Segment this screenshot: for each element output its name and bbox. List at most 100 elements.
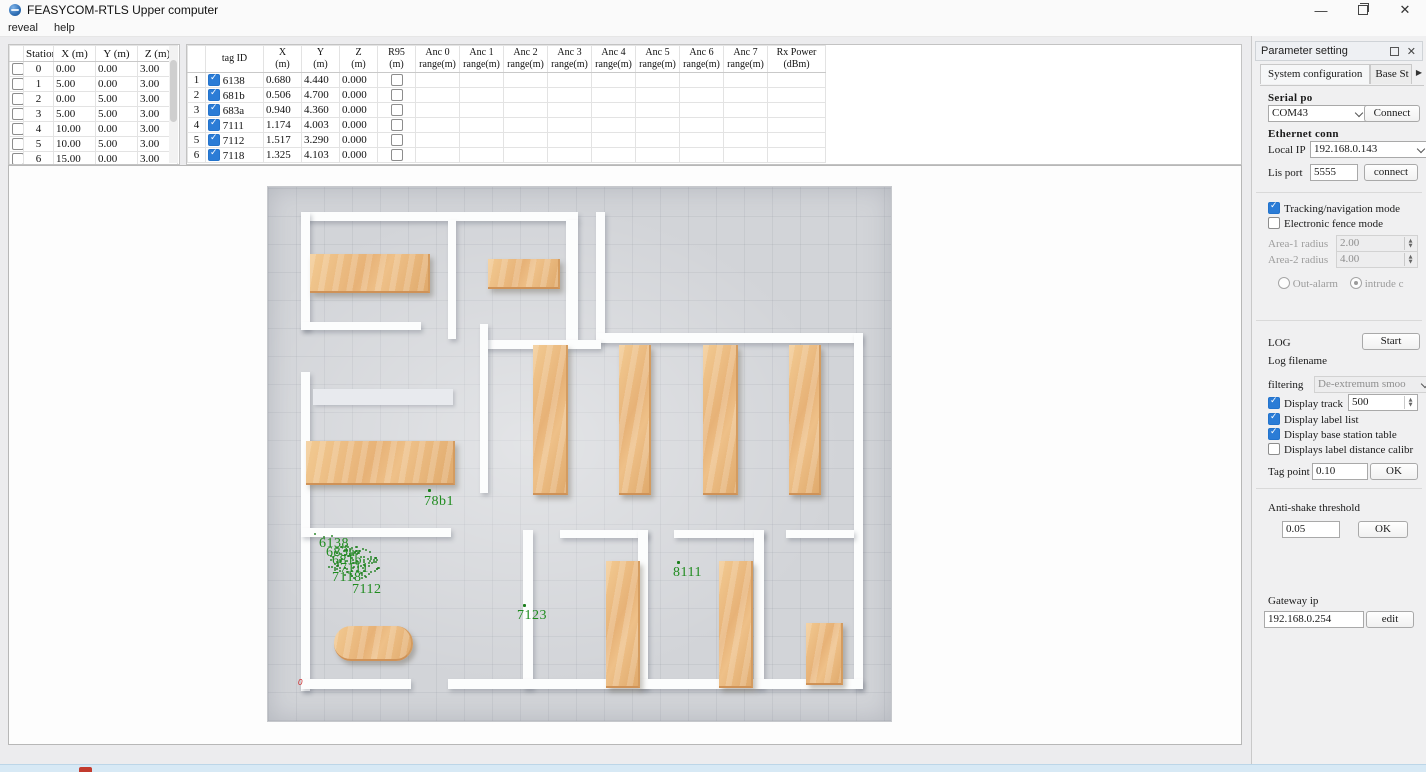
- display-track-row[interactable]: Display track: [1268, 396, 1343, 410]
- r95-checkbox[interactable]: [390, 103, 403, 116]
- r95-checkbox[interactable]: [390, 73, 403, 86]
- station-x: 5.00: [53, 106, 96, 122]
- tag-row-checkbox[interactable]: [208, 88, 220, 101]
- cluster-dot: [374, 556, 376, 559]
- serial-port-select[interactable]: COM43: [1268, 105, 1367, 122]
- tag-row-checkbox[interactable]: [208, 148, 220, 161]
- tag-rx-power: [767, 147, 826, 163]
- furniture-shelf: [619, 345, 651, 495]
- tag-point-ok-button[interactable]: OK: [1370, 463, 1418, 480]
- floorplan-map[interactable]: 78b1 7123 8111 6138 683a 681b 7111 7118 7112 0: [267, 186, 892, 722]
- tag-anc-range: [415, 147, 460, 163]
- furniture-oval-table: [334, 626, 413, 661]
- cluster-dot: [366, 558, 369, 560]
- tag-point-input[interactable]: 0.10: [1312, 463, 1368, 480]
- tag-anc-range: [503, 132, 548, 148]
- r95-checkbox[interactable]: [390, 118, 403, 131]
- anti-shake-label: Anti-shake threshold: [1268, 502, 1360, 514]
- connect-ethernet-button[interactable]: connect: [1364, 164, 1418, 181]
- tag-label: 8111: [673, 565, 702, 580]
- station-row[interactable]: 6 15.00 0.00 3.00: [9, 151, 178, 164]
- lis-port-label: Lis port: [1268, 167, 1303, 179]
- fence-mode-checkbox[interactable]: [1268, 217, 1280, 229]
- close-icon[interactable]: ✕: [1384, 0, 1426, 20]
- anti-shake-input[interactable]: 0.05: [1282, 521, 1340, 538]
- tag-y: 4.103: [301, 147, 340, 163]
- station-table-scrollbar[interactable]: [169, 46, 178, 163]
- r95-checkbox[interactable]: [390, 148, 403, 161]
- station-row[interactable]: 1 5.00 0.00 3.00: [9, 76, 178, 92]
- tag-y: 4.360: [301, 102, 340, 118]
- station-row[interactable]: 3 5.00 5.00 3.00: [9, 106, 178, 122]
- display-base-table-checkbox[interactable]: [1268, 427, 1280, 440]
- tag-row-checkbox[interactable]: [208, 103, 220, 116]
- display-base-table-row[interactable]: Display base station table: [1268, 427, 1397, 441]
- r95-checkbox[interactable]: [390, 133, 403, 146]
- tab-base-station[interactable]: Base St: [1370, 64, 1412, 84]
- connect-serial-button[interactable]: Connect: [1364, 105, 1420, 122]
- anti-shake-ok-button[interactable]: OK: [1358, 521, 1408, 538]
- station-row-checkbox[interactable]: [12, 92, 23, 105]
- tag-row[interactable]: 2 681b0.5064.7000.000: [187, 87, 826, 103]
- tag-row[interactable]: 4 71111.1744.0030.000: [187, 117, 826, 133]
- tag-anc-range: [635, 102, 680, 118]
- station-row-checkbox[interactable]: [12, 107, 23, 120]
- scrollbar-thumb[interactable]: [170, 60, 177, 122]
- menu-help[interactable]: help: [46, 22, 83, 34]
- lis-port-input[interactable]: 5555: [1310, 164, 1358, 181]
- tab-scroll-right-icon[interactable]: ▶: [1416, 68, 1422, 77]
- station-row-checkbox[interactable]: [12, 137, 23, 150]
- tag-col-header: Anc 1 range(m): [459, 45, 504, 73]
- menu-reveal[interactable]: reveal: [0, 22, 46, 34]
- local-ip-select[interactable]: 192.168.0.143: [1310, 141, 1426, 158]
- taskbar-app-indicator[interactable]: [79, 767, 92, 772]
- display-distance-calib-row[interactable]: Displays label distance calibr: [1268, 443, 1413, 456]
- furniture-table: [306, 441, 455, 485]
- tracking-mode-row[interactable]: Tracking/navigation mode: [1268, 201, 1400, 215]
- spinner-icon: ▲ ▼: [1404, 253, 1416, 266]
- float-panel-icon[interactable]: [1389, 46, 1399, 56]
- tag-row[interactable]: 6 71181.3254.1030.000: [187, 147, 826, 163]
- tag-anc-range: [547, 72, 592, 88]
- tracking-mode-checkbox[interactable]: [1268, 201, 1280, 214]
- dock-close-icon[interactable]: ✕: [1407, 45, 1416, 58]
- wall: [596, 333, 861, 343]
- tag-row[interactable]: 3 683a0.9404.3600.000: [187, 102, 826, 118]
- station-row[interactable]: 5 10.00 5.00 3.00: [9, 136, 178, 152]
- wall: [560, 530, 648, 538]
- r95-checkbox[interactable]: [390, 88, 403, 101]
- station-row-checkbox[interactable]: [12, 62, 23, 75]
- tag-row-checkbox[interactable]: [208, 133, 220, 146]
- tag-row[interactable]: 1 61380.6804.4400.000: [187, 72, 826, 88]
- gateway-edit-button[interactable]: edit: [1366, 611, 1414, 628]
- tag-row-checkbox[interactable]: [208, 118, 220, 131]
- log-start-button[interactable]: Start: [1362, 333, 1420, 350]
- display-label-list-checkbox[interactable]: [1268, 412, 1280, 425]
- out-alarm-radio[interactable]: [1278, 277, 1290, 289]
- tag-rx-power: [767, 117, 826, 133]
- intrude-radio[interactable]: [1350, 277, 1362, 289]
- display-track-checkbox[interactable]: [1268, 396, 1280, 409]
- distance-calib-checkbox[interactable]: [1268, 443, 1280, 455]
- station-row[interactable]: 4 10.00 0.00 3.00: [9, 121, 178, 137]
- station-row-checkbox[interactable]: [12, 77, 23, 90]
- tag-row-checkbox[interactable]: [208, 73, 220, 86]
- station-row-checkbox[interactable]: [12, 122, 23, 135]
- station-row[interactable]: 2 0.00 5.00 3.00: [9, 91, 178, 107]
- station-row-checkbox[interactable]: [12, 152, 23, 164]
- gateway-ip-input[interactable]: 192.168.0.254: [1264, 611, 1364, 628]
- chevron-down-icon: [1354, 108, 1364, 118]
- dock-header[interactable]: Parameter setting ✕: [1255, 41, 1423, 61]
- tag-anc-range: [679, 87, 724, 103]
- display-label-list-row[interactable]: Display label list: [1268, 412, 1359, 426]
- tag-row[interactable]: 5 71121.5173.2900.000: [187, 132, 826, 148]
- window-controls: — ✕: [1300, 0, 1426, 20]
- track-count-input[interactable]: 500 ▲ ▼: [1348, 394, 1418, 411]
- station-row[interactable]: 0 0.00 0.00 3.00: [9, 61, 178, 77]
- station-y: 0.00: [95, 61, 138, 77]
- restore-icon[interactable]: [1342, 0, 1384, 20]
- tab-system-configuration[interactable]: System configuration: [1260, 64, 1371, 84]
- minimize-icon[interactable]: —: [1300, 0, 1342, 20]
- tag-id-cell: 7111: [205, 117, 264, 133]
- fence-mode-row[interactable]: Electronic fence mode: [1268, 217, 1383, 230]
